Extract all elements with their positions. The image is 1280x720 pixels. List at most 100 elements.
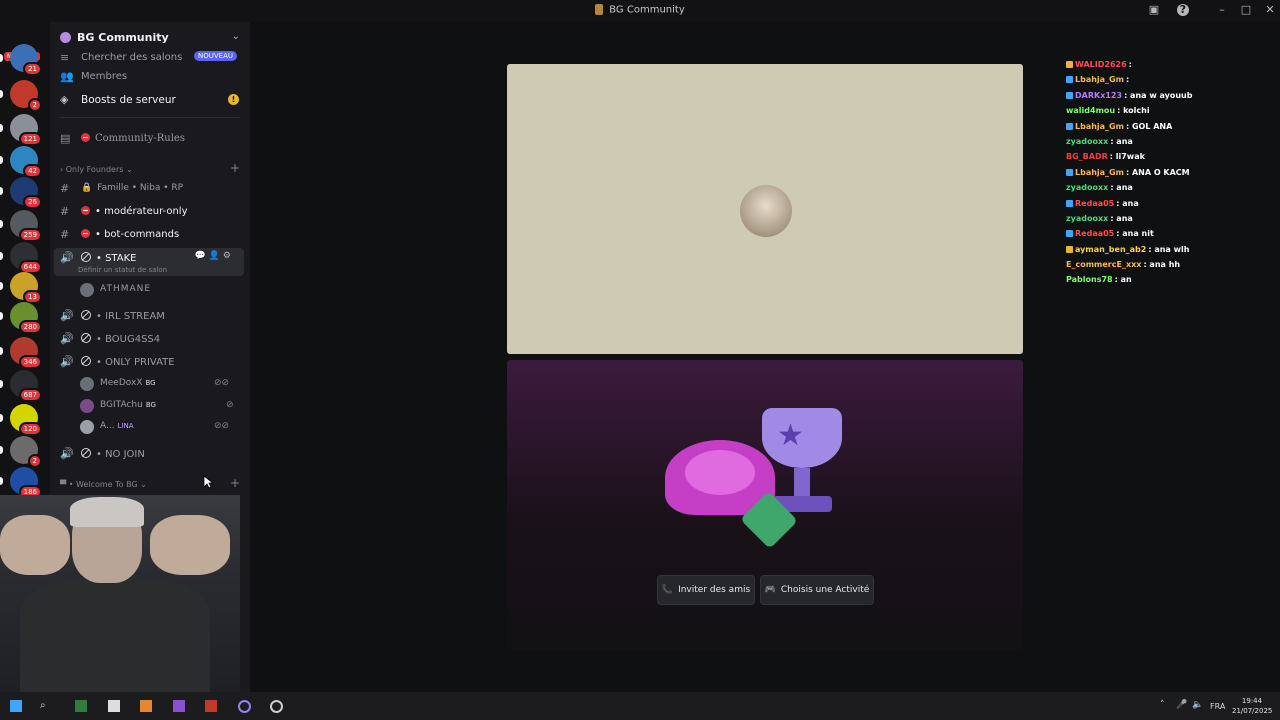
server-icon[interactable]: 280 [10, 302, 42, 334]
chat-badge-icon [1066, 61, 1073, 68]
speaker-icon: 🔊 [60, 355, 74, 368]
muted-icon: ⊘⊘ [214, 378, 230, 388]
chat-username: Pablons78 [1066, 275, 1113, 285]
stake-status[interactable]: Définir un statut de salon [78, 266, 167, 274]
chat-badge-icon [1066, 230, 1073, 238]
app-icon[interactable] [205, 700, 217, 712]
channel-community-rules[interactable]: ▤ Community-Rules [54, 129, 244, 149]
no-entry-icon [81, 229, 90, 238]
voice-channel-irl[interactable]: 🔊 • IRL STREAM [54, 306, 244, 326]
invite-friends-button[interactable]: 📞 Inviter des amis [657, 575, 755, 605]
server-icon[interactable]: 21 [10, 44, 42, 76]
server-badge: 280 [18, 320, 42, 334]
channel-famille[interactable]: # 🔒 Famille • Niba • RP [54, 179, 244, 199]
help-icon[interactable]: ? [1177, 4, 1189, 16]
window-titlebar: BG Community ▣ ? – □ ✕ [0, 0, 1280, 22]
app-logo-icon [595, 4, 604, 15]
category-only-founders[interactable]: › Only Founders ⌄ [60, 165, 133, 174]
tray-chevron-icon[interactable]: ˄ [1160, 700, 1165, 710]
ban-icon [81, 310, 91, 320]
unread-pill [0, 414, 3, 422]
chat-badge-icon [1066, 122, 1073, 130]
speaker-icon[interactable]: 🔈 [1192, 700, 1203, 710]
server-icon[interactable]: 2 [10, 436, 42, 468]
chat-text: : ana [1110, 136, 1133, 146]
server-icon[interactable]: 687 [10, 370, 42, 402]
bot-label: bot-commands [104, 229, 180, 240]
choose-activity-button[interactable]: 🎮 Choisis une Activité [760, 575, 874, 605]
app-icon[interactable] [173, 700, 185, 712]
chat-message: E_commercE_xxx: ana hh [1066, 260, 1266, 275]
app-icon[interactable] [108, 700, 120, 712]
search-icon[interactable]: ⌕ [40, 700, 52, 712]
category-founders-label: Only Founders [65, 165, 124, 174]
server-icon[interactable]: 120 [10, 404, 42, 436]
hash-icon: # [60, 182, 70, 195]
speaker-icon: 🔊 [60, 251, 74, 264]
inbox-icon[interactable]: ▣ [1148, 4, 1160, 16]
voice-channel-private[interactable]: 🔊 • ONLY PRIVATE [54, 352, 244, 372]
chat-text: : ana [1110, 213, 1133, 223]
ban-icon [81, 333, 91, 343]
voice-channel-stake[interactable]: 🔊 • STAKE Définir un statut de salon 💬👤⚙ [54, 248, 244, 276]
server-icon[interactable]: 259 [10, 210, 42, 242]
voice-actions[interactable]: 💬👤⚙ [195, 251, 234, 261]
server-icon[interactable]: 42 [10, 146, 42, 178]
chat-message: Lbahja_Gm: GOL ANA [1066, 122, 1266, 137]
ban-icon [81, 356, 91, 366]
add-channel-icon[interactable]: + [230, 476, 240, 490]
chat-message: Lbahja_Gm: [1066, 75, 1266, 90]
clock[interactable]: 19:44 21/07/2025 [1232, 696, 1272, 716]
server-icon[interactable]: 26 [10, 177, 42, 209]
speaker-icon: 🔊 [60, 447, 74, 460]
members-icon: 👥 [60, 70, 74, 83]
server-badge: 42 [23, 164, 42, 178]
server-icon[interactable]: 186 [10, 467, 42, 499]
chat-username: zyadooxx [1066, 213, 1109, 223]
server-badge: 26 [23, 195, 42, 209]
server-icon[interactable]: 13 [10, 272, 42, 304]
app-icon[interactable] [140, 700, 152, 712]
participant-avatar[interactable] [740, 185, 792, 237]
server-icon[interactable]: 346 [10, 337, 42, 369]
channel-moderateur[interactable]: # • modérateur-only [54, 202, 244, 222]
language-indicator[interactable]: FRA [1210, 702, 1225, 711]
chat-text: : [1125, 75, 1130, 85]
server-icon[interactable]: 644 [10, 242, 42, 274]
maximize-icon[interactable]: □ [1240, 4, 1252, 16]
chat-text: : ana [1116, 198, 1139, 208]
unread-pill [0, 282, 3, 290]
browse-channels[interactable]: ≡ Chercher des salons NOUVEAU [54, 48, 244, 68]
channel-bot-commands[interactable]: # • bot-commands [54, 225, 244, 245]
voice-channel-nojoin[interactable]: 🔊 • NO JOIN [54, 444, 244, 464]
members-item[interactable]: 👥 Membres [54, 67, 244, 87]
chat-message: Pablons78: an [1066, 275, 1266, 290]
clock-date: 21/07/2025 [1232, 707, 1273, 715]
close-icon[interactable]: ✕ [1264, 4, 1276, 16]
add-channel-icon[interactable]: + [230, 161, 240, 175]
divider [60, 117, 240, 118]
chat-message: walid4mou: kolchi [1066, 106, 1266, 121]
obs-icon[interactable] [270, 700, 283, 713]
category-welcome[interactable]: ▀ • Welcome To BG ⌄ [60, 480, 147, 489]
browse-icon: ≡ [60, 51, 70, 64]
unread-pill [0, 380, 3, 388]
boosts-item[interactable]: ◈ Boosts de serveur ! [54, 90, 244, 110]
chat-text: : ana wlh [1148, 244, 1190, 254]
mic-icon[interactable]: 🎤 [1176, 700, 1187, 710]
app-icon[interactable] [75, 700, 87, 712]
server-icon[interactable]: 2 [10, 80, 42, 112]
minimize-icon[interactable]: – [1216, 4, 1228, 16]
voice-channel-boug[interactable]: 🔊 • BOUG4SS4 [54, 329, 244, 349]
avatar [80, 399, 94, 413]
speaker-icon: 🔊 [60, 332, 74, 345]
server-badge: 21 [23, 62, 42, 76]
stake-label: STAKE [105, 253, 137, 264]
category-welcome-label: Welcome To BG [75, 480, 138, 489]
windows-start-icon[interactable] [10, 700, 22, 712]
chevron-down-icon[interactable]: ⌄ [232, 31, 240, 42]
server-icon[interactable]: 121 [10, 114, 42, 146]
ban-icon [81, 252, 91, 262]
app-icon[interactable] [238, 700, 251, 713]
invite-icon: 📞 [661, 585, 674, 595]
